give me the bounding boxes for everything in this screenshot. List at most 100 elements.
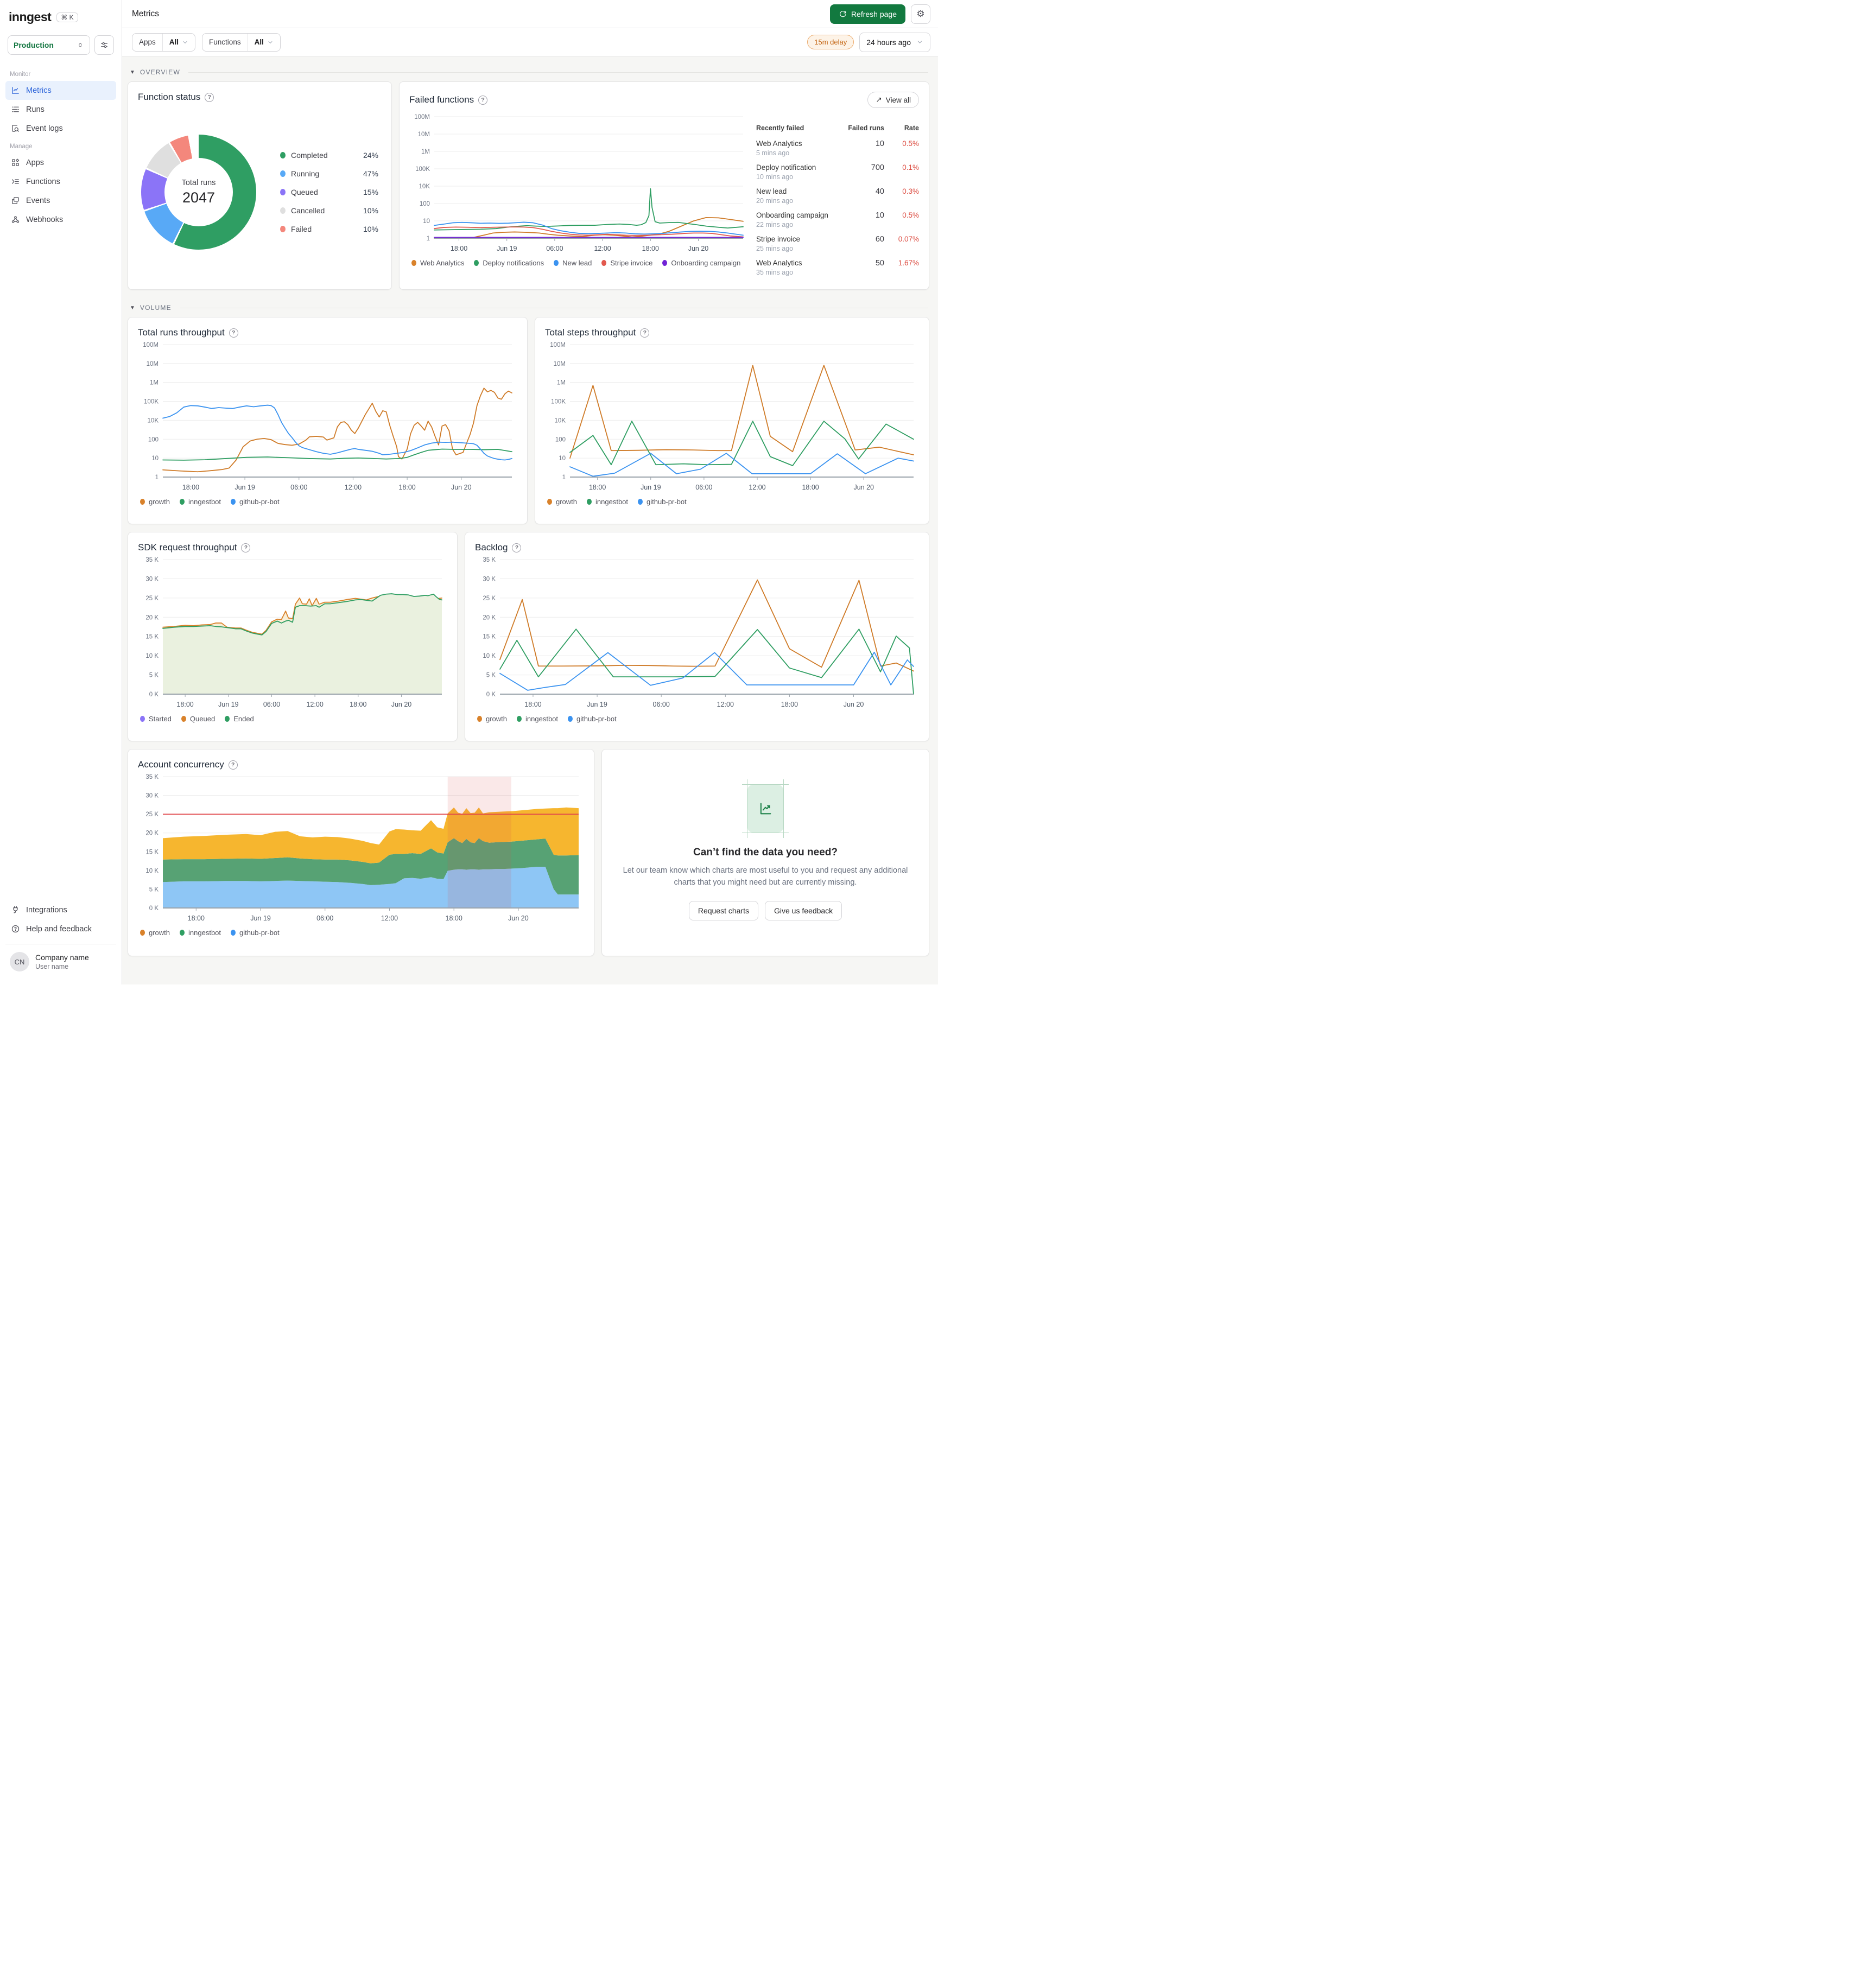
help-icon[interactable]: ? <box>478 95 488 105</box>
account-menu[interactable]: CN Company name User name <box>5 944 116 980</box>
refresh-page-label: Refresh page <box>851 9 897 18</box>
function-status-donut[interactable]: Total runs 2047 <box>141 135 256 250</box>
legend-item[interactable]: Stripe invoice <box>601 259 652 267</box>
svg-text:12:00: 12:00 <box>749 484 765 491</box>
col-recently-failed: Recently failed <box>756 124 804 132</box>
sidebar-bottom: Integrations Help and feedback CN Compan… <box>0 900 122 984</box>
svg-text:18:00: 18:00 <box>642 245 659 252</box>
legend-item[interactable]: growth <box>477 715 507 723</box>
sidebar-item-metrics[interactable]: Metrics <box>5 81 116 100</box>
legend-item[interactable]: Onboarding campaign <box>662 259 740 267</box>
legend-item-cancelled[interactable]: Cancelled 10% <box>280 201 378 220</box>
account-concurrency-chart[interactable]: 0 K 5 K 10 K 15 K 20 K 25 K 30 K 35 K 18:00 Jun 1… <box>138 770 584 924</box>
svg-text:30 K: 30 K <box>145 793 159 799</box>
sdk-request-chart-legend: Started Queued Ended <box>138 715 447 723</box>
collapse-volume-icon[interactable]: ▼ <box>130 305 135 311</box>
apps-filter[interactable]: Apps All <box>132 33 196 52</box>
sidebar-item-event-logs[interactable]: Event logs <box>5 119 116 138</box>
environment-value: Production <box>14 41 54 49</box>
help-icon[interactable]: ? <box>640 328 650 338</box>
help-icon[interactable]: ? <box>512 543 522 552</box>
help-icon[interactable]: ? <box>205 92 214 102</box>
svg-text:100K: 100K <box>415 166 430 173</box>
legend-item-queued[interactable]: Queued 15% <box>280 183 378 201</box>
command-k-shortcut[interactable]: ⌘ K <box>56 12 78 22</box>
legend-item[interactable]: Deploy notifications <box>474 259 544 267</box>
failed-functions-chart[interactable]: 1 10 100 10K 100K 1M 10M 100M 18:00 Jun 19 06:00 12… <box>409 110 749 255</box>
help-icon[interactable]: ? <box>229 328 238 338</box>
table-row[interactable]: Web Analytics 35 mins ago 50 1.67% <box>756 256 919 280</box>
svg-text:Jun 20: Jun 20 <box>688 245 709 252</box>
legend-item-completed[interactable]: Completed 24% <box>280 146 378 164</box>
sidebar-item-webhooks[interactable]: Webhooks <box>5 210 116 229</box>
apps-filter-value: All <box>169 38 179 46</box>
functions-filter[interactable]: Functions All <box>202 33 281 52</box>
time-range-select[interactable]: 24 hours ago <box>859 32 930 52</box>
view-all-button[interactable]: ↗ View all <box>867 92 919 108</box>
svg-text:0 K: 0 K <box>149 691 159 698</box>
legend-item[interactable]: Started <box>140 715 172 723</box>
sidebar-item-functions[interactable]: Functions <box>5 172 116 191</box>
environment-select[interactable]: Production <box>8 35 90 55</box>
legend-item[interactable]: growth <box>547 498 577 506</box>
legend-item-failed[interactable]: Failed 10% <box>280 220 378 238</box>
sidebar-item-integrations[interactable]: Integrations <box>5 900 116 919</box>
legend-item[interactable]: github-pr-bot <box>568 715 617 723</box>
request-charts-button[interactable]: Request charts <box>688 900 758 920</box>
legend-item[interactable]: growth <box>140 929 170 937</box>
svg-text:30 K: 30 K <box>483 576 496 582</box>
sidebar-item-help-feedback[interactable]: Help and feedback <box>5 919 116 938</box>
svg-text:10: 10 <box>559 455 566 462</box>
svg-text:35 K: 35 K <box>145 557 159 563</box>
table-row[interactable]: Deploy notification 10 mins ago 700 0.1% <box>756 160 919 184</box>
legend-item-running[interactable]: Running 47% <box>280 164 378 183</box>
svg-text:18:00: 18:00 <box>451 245 467 252</box>
settings-button[interactable]: ⚙ <box>911 4 930 24</box>
legend-item[interactable]: Queued <box>181 715 215 723</box>
legend-item[interactable]: New lead <box>554 259 592 267</box>
table-row[interactable]: Onboarding campaign 22 mins ago 10 0.5% <box>756 208 919 232</box>
backlog-chart[interactable]: 0 K 5 K 10 K 15 K 20 K 25 K 30 K 35 K 18:00 Jun 1… <box>475 553 919 710</box>
give-feedback-button[interactable]: Give us feedback <box>765 900 842 920</box>
table-row[interactable]: Web Analytics 5 mins ago 10 0.5% <box>756 136 919 160</box>
functions-filter-value: All <box>254 38 264 46</box>
function-status-title: Function status <box>138 92 201 102</box>
col-rate: Rate <box>904 124 919 132</box>
environment-filter-button[interactable] <box>94 35 114 55</box>
backlog-card: Backlog? 0 K 5 K 10 K 15 K 20 K 25 K 30 K 35 K 1… <box>465 532 929 741</box>
legend-item[interactable]: inngestbot <box>517 715 558 723</box>
legend-item[interactable]: github-pr-bot <box>231 498 280 506</box>
table-row[interactable]: Stripe invoice 25 mins ago 60 0.07% <box>756 232 919 256</box>
legend-item[interactable]: inngestbot <box>180 498 221 506</box>
svg-text:18:00: 18:00 <box>176 701 193 708</box>
total-runs-chart[interactable]: 1 10 100 10K 100K 1M 10M 100M 18:00 Jun 19 06:00 12… <box>138 338 517 493</box>
table-row[interactable]: New lead 20 mins ago 40 0.3% <box>756 184 919 208</box>
sidebar-item-runs[interactable]: Runs <box>5 100 116 119</box>
legend-item[interactable]: inngestbot <box>180 929 221 937</box>
recently-failed-table: Recently failed Failed runs Rate Web Ana… <box>756 124 919 280</box>
donut-center-label: Total runs <box>181 178 216 187</box>
refresh-page-button[interactable]: Refresh page <box>829 4 905 24</box>
legend-item[interactable]: Web Analytics <box>411 259 464 267</box>
sidebar-item-apps[interactable]: Apps <box>5 153 116 172</box>
legend-item[interactable]: growth <box>140 498 170 506</box>
legend-item[interactable]: inngestbot <box>587 498 628 506</box>
svg-text:06:00: 06:00 <box>695 484 712 491</box>
legend-item[interactable]: github-pr-bot <box>638 498 687 506</box>
svg-text:100: 100 <box>555 436 566 443</box>
sidebar-item-events[interactable]: Events <box>5 191 116 210</box>
svg-text:Jun 20: Jun 20 <box>508 914 529 922</box>
svg-text:100K: 100K <box>144 399 159 405</box>
total-steps-chart[interactable]: 1 10 100 10K 100K 1M 10M 100M 18:00 Jun 19 06:00 12… <box>545 338 919 493</box>
legend-item[interactable]: github-pr-bot <box>231 929 280 937</box>
overview-section-title: OVERVIEW <box>140 68 180 76</box>
legend-item[interactable]: Ended <box>225 715 254 723</box>
help-icon[interactable]: ? <box>228 760 238 770</box>
svg-text:Jun 20: Jun 20 <box>451 484 472 491</box>
chart-request-illustration <box>742 779 789 839</box>
sidebar-item-label: Event logs <box>26 124 63 133</box>
sdk-request-chart[interactable]: 0 K 5 K 10 K 15 K 20 K 25 K 30 K 35 K 18:00 Jun 1… <box>138 553 447 710</box>
collapse-overview-icon[interactable]: ▼ <box>130 69 135 75</box>
refresh-icon <box>840 11 846 17</box>
help-icon[interactable]: ? <box>241 543 251 552</box>
